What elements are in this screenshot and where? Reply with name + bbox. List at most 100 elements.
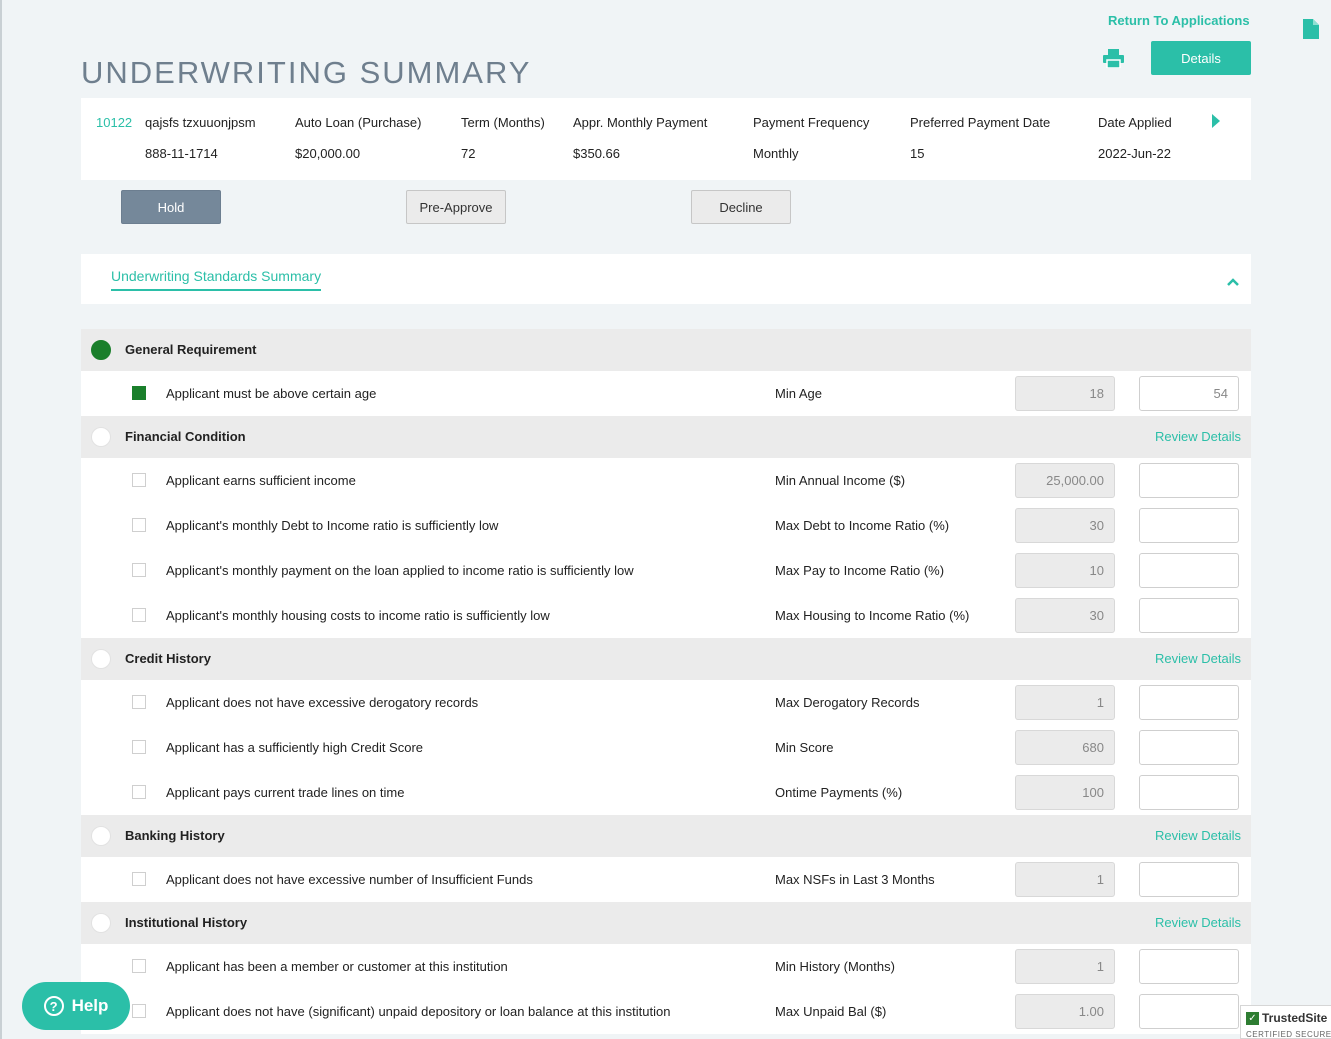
criteria-metric: Ontime Payments (%) [775, 785, 903, 800]
trustedsite-badge[interactable]: ✓ TrustedSite CERTIFIED SECURE [1240, 1005, 1331, 1039]
status-unmet-icon [91, 649, 111, 669]
criteria-checkbox[interactable] [132, 473, 146, 487]
review-details-link[interactable]: Review Details [1155, 915, 1241, 930]
criteria-description: Applicant does not have excessive number… [166, 872, 533, 887]
group-title: Banking History [125, 828, 225, 843]
criteria-row-housing-ratio: Applicant's monthly housing costs to inc… [81, 593, 1251, 638]
criteria-metric: Max Housing to Income Ratio (%) [775, 608, 970, 623]
monthly-payment-value: $350.66 [573, 146, 620, 161]
applicant-value-field[interactable] [1139, 994, 1239, 1029]
criteria-metric: Max Pay to Income Ratio (%) [775, 563, 945, 578]
criteria-metric: Min Score [775, 740, 834, 755]
criteria-row-credit-score: Applicant has a sufficiently high Credit… [81, 725, 1251, 770]
criteria-checkbox[interactable] [132, 563, 146, 577]
loan-amount: $20,000.00 [295, 146, 361, 161]
criteria-row-nsf: Applicant does not have excessive number… [81, 857, 1251, 902]
applicant-ssn: 888-11-1714 [145, 146, 218, 161]
criteria-checkbox[interactable] [132, 695, 146, 709]
window-edge [0, 0, 2, 1039]
page-title: UNDERWRITING SUMMARY [81, 54, 532, 90]
criteria-checkbox[interactable] [132, 518, 146, 532]
applicant-value-field[interactable] [1139, 730, 1239, 765]
criteria-checkbox[interactable] [132, 872, 146, 886]
group-title: General Requirement [125, 342, 257, 357]
standard-value: 1 [1015, 685, 1115, 720]
applicant-value-field[interactable] [1139, 862, 1239, 897]
review-details-link[interactable]: Review Details [1155, 828, 1241, 843]
criteria-metric: Max NSFs in Last 3 Months [775, 872, 935, 887]
date-applied-value: 2022-Jun-22 [1098, 146, 1171, 161]
applicant-value-field[interactable] [1139, 553, 1239, 588]
criteria-metric: Max Derogatory Records [775, 695, 920, 710]
applicant-value-field[interactable] [1139, 463, 1239, 498]
standard-value: 1.00 [1015, 994, 1115, 1029]
criteria-row-debt-ratio: Applicant's monthly Debt to Income ratio… [81, 503, 1251, 548]
criteria-description: Applicant's monthly housing costs to inc… [166, 608, 550, 623]
printer-icon[interactable] [1103, 49, 1124, 71]
trustedsite-name: TrustedSite [1262, 1011, 1328, 1025]
return-to-applications-link[interactable]: Return To Applications [1108, 13, 1250, 28]
details-button[interactable]: Details [1151, 41, 1251, 75]
criteria-metric: Max Unpaid Bal ($) [775, 1004, 887, 1019]
standard-value: 30 [1015, 598, 1115, 633]
application-id-link[interactable]: 10122 [96, 115, 132, 130]
criteria-description: Applicant must be above certain age [166, 386, 377, 401]
group-financial-condition: Financial Condition Review Details [81, 416, 1251, 458]
standards-header: Underwriting Standards Summary [81, 254, 1251, 304]
document-icon[interactable] [1303, 19, 1319, 42]
tab-underwriting-standards-summary[interactable]: Underwriting Standards Summary [111, 268, 322, 291]
applicant-value-field[interactable] [1139, 949, 1239, 984]
group-banking-history: Banking History Review Details [81, 815, 1251, 857]
criteria-description: Applicant has been a member or customer … [166, 959, 508, 974]
chevron-up-icon[interactable] [1227, 274, 1239, 289]
help-button[interactable]: ? Help [22, 982, 130, 1030]
checkmark-icon: ✓ [1246, 1012, 1259, 1025]
standard-value: 100 [1015, 775, 1115, 810]
criteria-checkbox[interactable] [132, 386, 146, 400]
group-credit-history: Credit History Review Details [81, 638, 1251, 680]
hold-button[interactable]: Hold [121, 190, 221, 224]
payment-frequency-value: Monthly [753, 146, 799, 161]
criteria-row-min-income: Applicant earns sufficient income Min An… [81, 458, 1251, 503]
applicant-value-field[interactable] [1139, 376, 1239, 411]
applicant-value-field[interactable] [1139, 685, 1239, 720]
criteria-checkbox[interactable] [132, 959, 146, 973]
group-title: Institutional History [125, 915, 248, 930]
group-title: Credit History [125, 651, 211, 666]
pre-approve-button[interactable]: Pre-Approve [406, 190, 506, 224]
criteria-checkbox[interactable] [132, 740, 146, 754]
applicant-value-field[interactable] [1139, 775, 1239, 810]
group-title: Financial Condition [125, 429, 246, 444]
term-label: Term (Months) [461, 115, 545, 130]
caret-right-icon[interactable] [1212, 114, 1220, 131]
preferred-date-label: Preferred Payment Date [910, 115, 1051, 130]
monthly-payment-label: Appr. Monthly Payment [573, 115, 708, 130]
status-unmet-icon [91, 913, 111, 933]
criteria-description: Applicant earns sufficient income [166, 473, 356, 488]
preferred-date-value: 15 [910, 146, 925, 161]
criteria-metric: Min Age [775, 386, 822, 401]
help-label: Help [71, 996, 109, 1015]
status-unmet-icon [91, 826, 111, 846]
trustedsite-subtitle: CERTIFIED SECURE [1246, 1030, 1331, 1039]
applicant-value-field[interactable] [1139, 598, 1239, 633]
criteria-description: Applicant's monthly payment on the loan … [166, 563, 634, 578]
decline-button[interactable]: Decline [691, 190, 791, 224]
group-general-requirement: General Requirement [81, 329, 1251, 371]
standard-value: 25,000.00 [1015, 463, 1115, 498]
applicant-value-field[interactable] [1139, 508, 1239, 543]
standard-value: 18 [1015, 376, 1115, 411]
review-details-link[interactable]: Review Details [1155, 651, 1241, 666]
criteria-description: Applicant's monthly Debt to Income ratio… [166, 518, 499, 533]
criteria-description: Applicant pays current trade lines on ti… [166, 785, 405, 800]
criteria-checkbox[interactable] [132, 785, 146, 799]
group-institutional-history: Institutional History Review Details [81, 902, 1251, 944]
review-details-link[interactable]: Review Details [1155, 429, 1241, 444]
criteria-checkbox[interactable] [132, 608, 146, 622]
application-info-panel: 10122 qajsfs tzxuuonjpsm 888-11-1714 Aut… [81, 98, 1251, 180]
criteria-description: Applicant does not have excessive deroga… [166, 695, 479, 710]
criteria-checkbox[interactable] [132, 1004, 146, 1018]
question-icon: ? [43, 996, 64, 1016]
date-applied-label: Date Applied [1098, 115, 1172, 130]
criteria-row-derogatory: Applicant does not have excessive deroga… [81, 680, 1251, 725]
